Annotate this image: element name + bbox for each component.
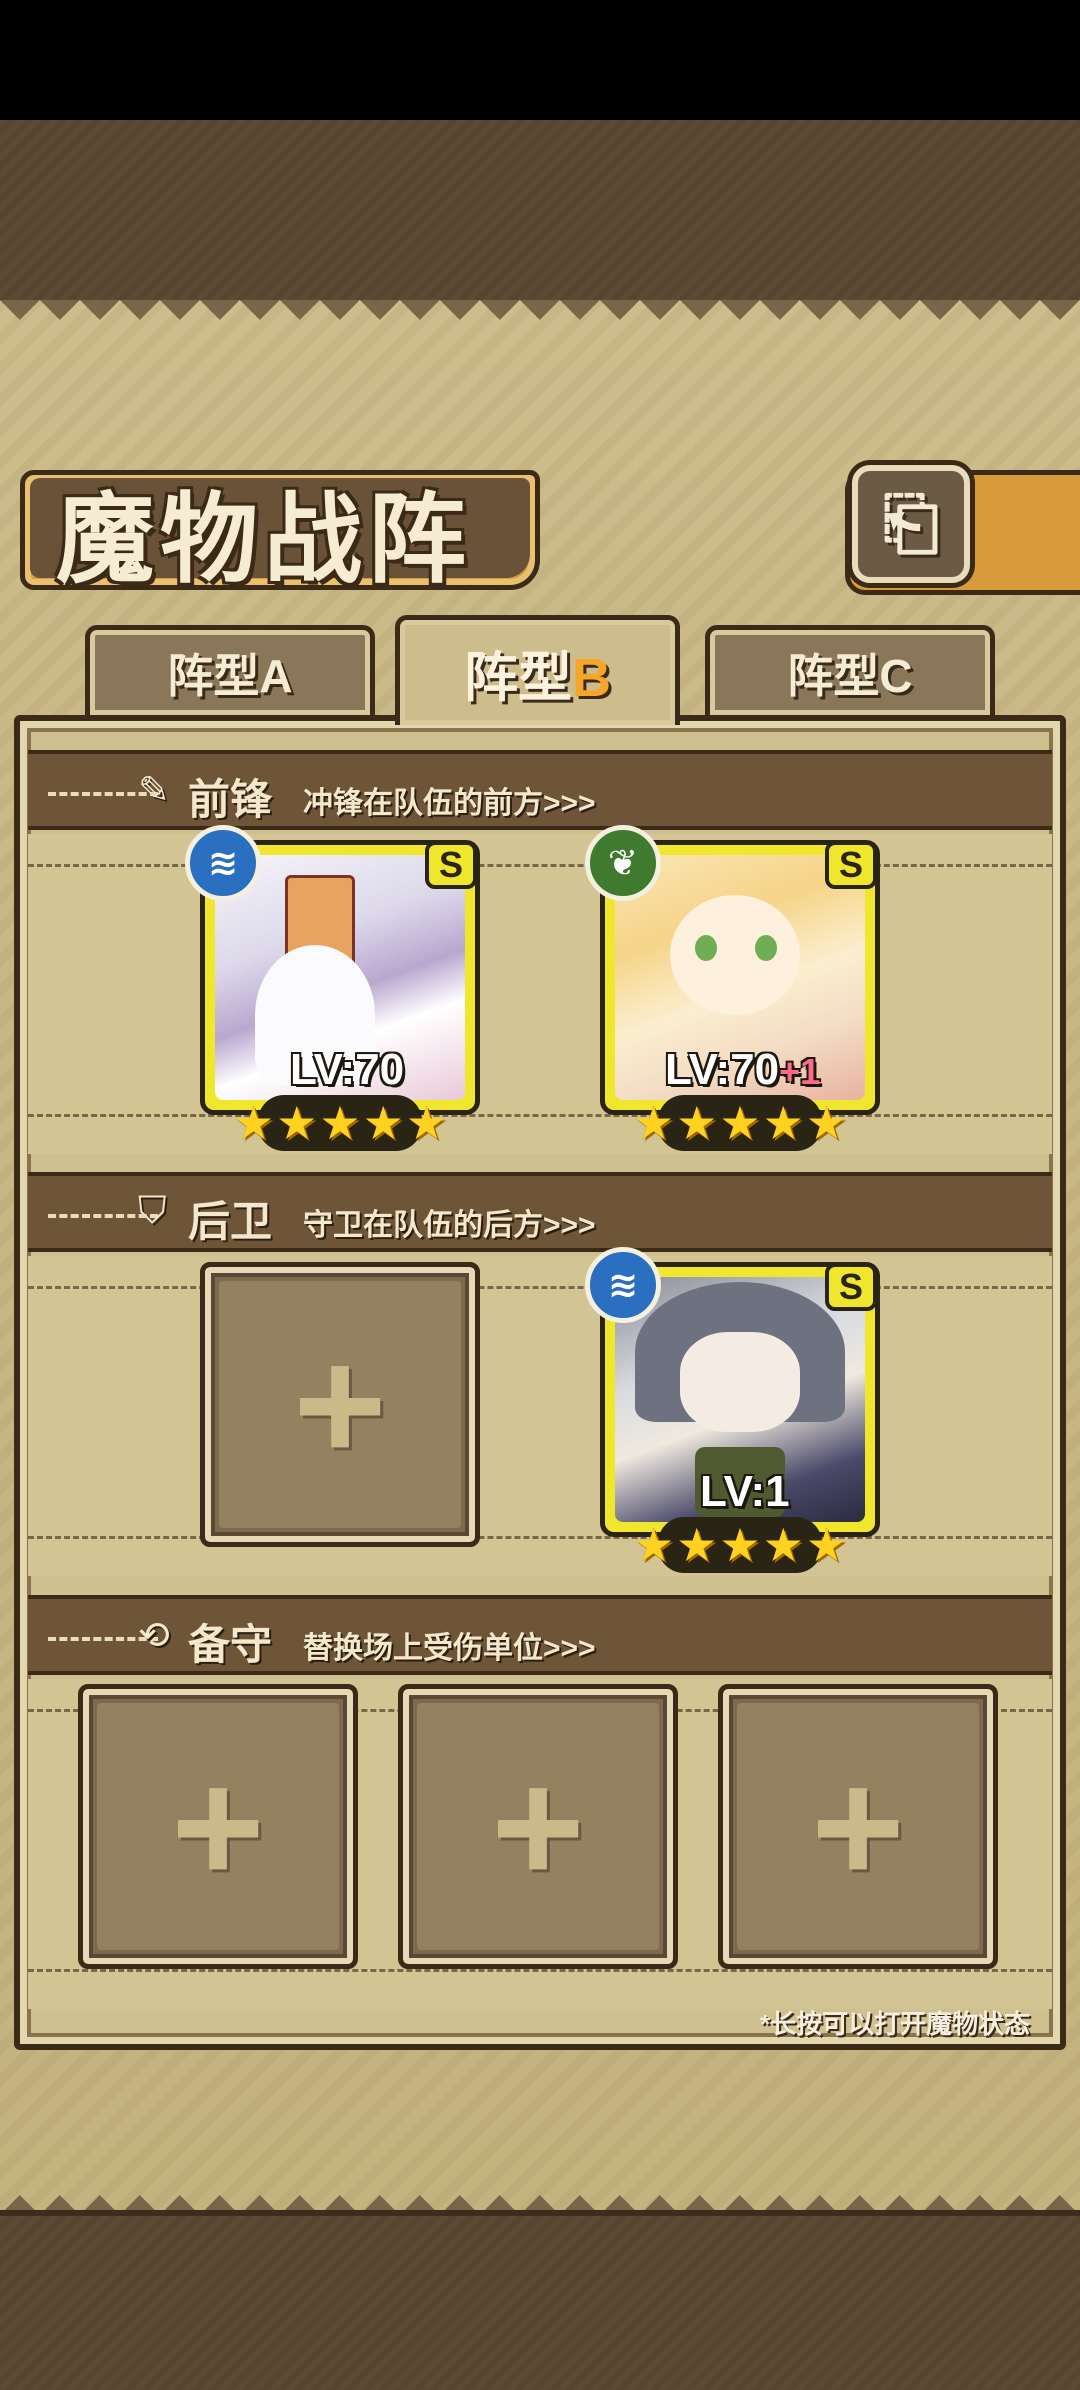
tab-formation-a[interactable]: 阵型A [85,625,375,715]
front-section-header: ✎ 前锋 冲锋在队伍的前方>>> [28,750,1052,830]
empty-slot[interactable]: + [78,1684,358,1969]
long-press-hint: *长按可以打开魔物状态 [760,2009,1031,2039]
level-label: LV:70 [290,1045,405,1094]
row-guideline [28,1969,1052,1972]
plus-icon: + [293,1314,387,1494]
star-icon: ★ [362,1097,404,1149]
add-icon-wrapper: + [723,1689,993,1964]
level-label: LV:70+1 [665,1045,821,1094]
empty-slot[interactable]: + [718,1684,998,1969]
back-icon: ⎗ [883,484,939,562]
star-icon: ★ [232,1097,275,1149]
star-icon: ★ [676,1097,718,1149]
character-face [670,895,800,1015]
section-title: 备守 [188,1621,273,1668]
empty-slot[interactable]: + [200,1262,480,1547]
plus-icon: + [811,1736,905,1916]
character-eye [755,935,777,961]
monster-card[interactable]: ≋ S LV:70 [185,825,480,1115]
add-icon-wrapper: + [205,1267,475,1542]
character-face [680,1332,800,1432]
front-row [28,834,1052,1154]
star-icon: ★ [805,1519,848,1571]
tab-label: 阵型B [464,648,611,708]
star-icon: ★ [632,1097,675,1149]
torn-edge-bottom [0,2175,1080,2215]
water-element-icon: ≋ [185,825,261,901]
empty-slot[interactable]: + [398,1684,678,1969]
add-icon-wrapper: + [403,1689,673,1964]
monster-card[interactable]: ❦ S LV:70+1 [585,825,880,1115]
star-icon: ★ [405,1097,448,1149]
level-label: LV:1 [700,1467,790,1516]
star-rating: ★ ★ ★ ★ ★ [633,1095,847,1151]
section-subtitle: 替换场上受伤单位>>> [303,1632,596,1665]
star-icon: ★ [319,1097,361,1149]
star-icon: ★ [762,1097,804,1149]
rank-badge: S [425,841,477,889]
star-icon: ★ [632,1519,675,1571]
star-icon: ★ [276,1097,318,1149]
back-section-header: ⛉ 后卫 守卫在队伍的后方>>> [28,1172,1052,1252]
tab-label: 阵型C [787,649,913,702]
row-guideline [28,864,1052,867]
star-icon: ★ [676,1519,718,1571]
shield-icon: ⛉ [138,1190,167,1232]
map-background-bottom [0,2210,1080,2390]
section-subtitle: 守卫在队伍的后方>>> [303,1209,596,1242]
character-eye [695,935,717,961]
sword-icon: ✎ [138,770,170,812]
reserve-section-header: ⟲ 备守 替换场上受伤单位>>> [28,1595,1052,1675]
section-title: 前锋 [188,776,273,823]
map-background-top [0,120,1080,310]
section-title: 后卫 [188,1198,273,1245]
star-rating: ★ ★ ★ ★ ★ [633,1517,847,1573]
plus-icon: + [171,1736,265,1916]
row-guideline [28,1114,1052,1117]
star-icon: ★ [719,1097,761,1149]
back-button[interactable]: ⎗ [852,465,970,583]
row-guideline [28,1536,1052,1539]
add-icon-wrapper: + [83,1689,353,1964]
plus-icon: + [491,1736,585,1916]
status-bar [0,0,1080,120]
tab-formation-b[interactable]: 阵型B [395,615,680,725]
water-element-icon: ≋ [585,1247,661,1323]
section-subtitle: 冲锋在队伍的前方>>> [303,787,596,820]
rank-badge: S [825,1263,877,1311]
row-guideline [28,1286,1052,1289]
page-title: 魔物战阵 [56,484,473,594]
torn-edge-top [0,300,1080,340]
rank-badge: S [825,841,877,889]
tab-formation-c[interactable]: 阵型C [705,625,995,715]
star-rating: ★ ★ ★ ★ ★ [233,1095,447,1151]
swap-icon: ⟲ [138,1615,170,1657]
nature-element-icon: ❦ [585,825,661,901]
star-icon: ★ [805,1097,848,1149]
monster-card[interactable]: ≋ S LV:1 [585,1247,880,1537]
star-icon: ★ [762,1519,804,1571]
tab-label: 阵型A [167,649,293,702]
star-icon: ★ [719,1519,761,1571]
back-row [28,1256,1052,1576]
